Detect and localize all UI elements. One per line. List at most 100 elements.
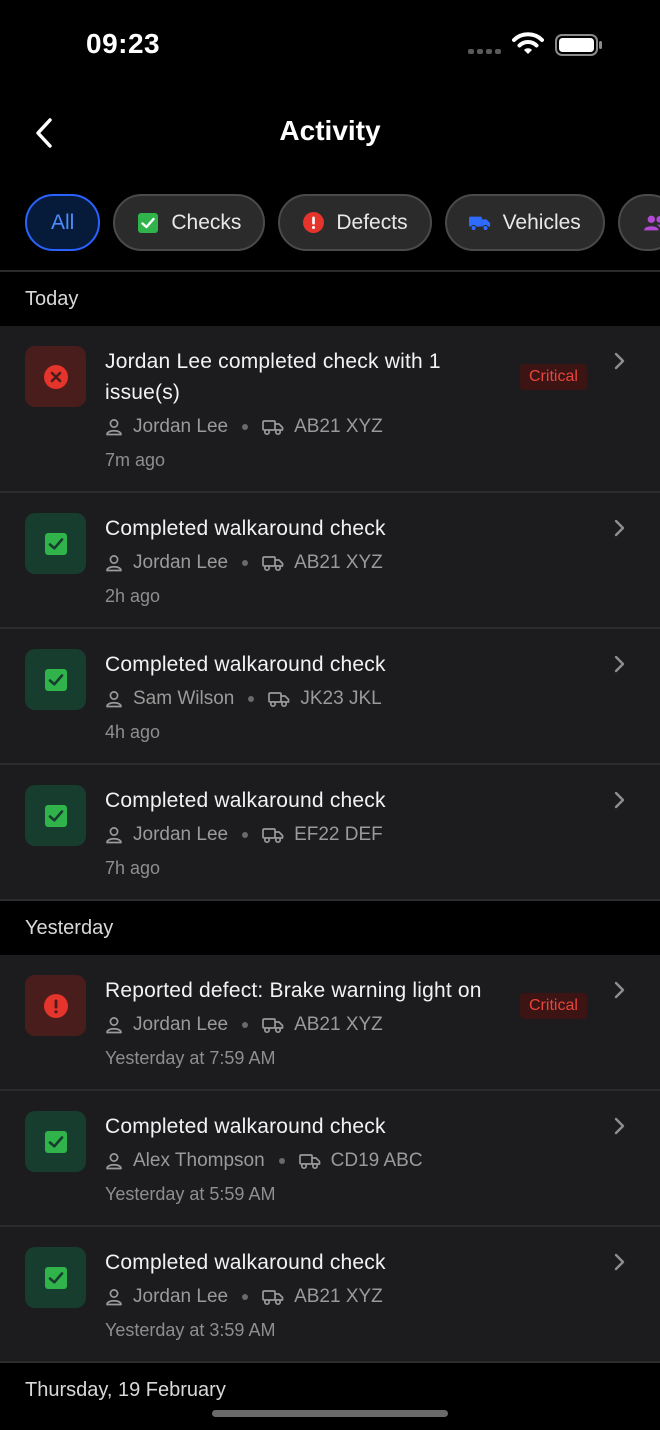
separator-dot bbox=[242, 832, 249, 838]
check-square-icon bbox=[44, 804, 67, 827]
vehicle-registration: AB21 XYZ bbox=[294, 1286, 383, 1307]
person-icon bbox=[105, 1287, 125, 1307]
activity-title: Completed walkaround check bbox=[105, 517, 386, 540]
filter-chip-label: Vehicles bbox=[502, 210, 581, 234]
section-header: Thursday, 19 February bbox=[0, 1363, 660, 1417]
activity-item[interactable]: Completed walkaround check Jordan Lee AB… bbox=[0, 1227, 660, 1363]
chevron-right-icon bbox=[612, 1115, 628, 1137]
activity-status-icon bbox=[25, 1247, 86, 1308]
driver-name: Jordan Lee bbox=[133, 416, 229, 437]
separator-dot bbox=[278, 1158, 285, 1164]
driver-name: Jordan Lee bbox=[133, 1286, 229, 1307]
truck-icon bbox=[298, 1151, 323, 1171]
activity-item[interactable]: Completed walkaround check Jordan Lee EF… bbox=[0, 765, 660, 901]
activity-item[interactable]: Completed walkaround check Alex Thompson… bbox=[0, 1091, 660, 1227]
activity-meta: Jordan Lee AB21 XYZ bbox=[105, 1283, 660, 1311]
activity-time: 2h ago bbox=[105, 586, 161, 606]
filter-chip-label: Defects bbox=[336, 210, 408, 234]
filter-chip-label: All bbox=[51, 210, 75, 234]
vehicle-registration: EF22 DEF bbox=[294, 824, 383, 845]
activity-status-icon bbox=[25, 785, 86, 846]
activity-item[interactable]: Jordan Lee completed check with 1 issue(… bbox=[0, 326, 660, 493]
activity-title: Completed walkaround check bbox=[105, 1115, 386, 1138]
check-square-icon bbox=[44, 532, 67, 555]
vehicle-registration: AB21 XYZ bbox=[294, 552, 383, 573]
filter-chip-defects[interactable]: Defects bbox=[278, 194, 432, 251]
activity-title: Completed walkaround check bbox=[105, 653, 386, 676]
driver-name: Alex Thompson bbox=[133, 1150, 265, 1171]
filter-chip-checks[interactable]: Checks bbox=[113, 194, 266, 251]
section-header: Yesterday bbox=[0, 901, 660, 955]
person-icon bbox=[105, 1015, 125, 1035]
home-indicator bbox=[212, 1410, 448, 1417]
page-title: Activity bbox=[279, 115, 381, 146]
alert-circle-icon bbox=[302, 212, 324, 234]
chevron-right-icon bbox=[612, 789, 628, 811]
activity-screen: 09:23 Activity All Checks Defects Vehicl… bbox=[0, 0, 660, 1430]
activity-status-icon bbox=[25, 346, 86, 407]
activity-time: 7h ago bbox=[105, 858, 161, 878]
separator-dot bbox=[242, 424, 249, 430]
filter-chip-people[interactable] bbox=[617, 194, 660, 251]
activity-meta: Sam Wilson JK23 JKL bbox=[105, 685, 660, 713]
truck-icon bbox=[262, 553, 286, 573]
vehicle-registration: CD19 ABC bbox=[330, 1150, 423, 1171]
activity-item[interactable]: Reported defect: Brake warning light on … bbox=[0, 955, 660, 1091]
truck-icon bbox=[262, 417, 286, 437]
separator-dot bbox=[242, 1022, 249, 1028]
person-icon bbox=[105, 1151, 125, 1171]
activity-meta: Jordan Lee EF22 DEF bbox=[105, 821, 660, 849]
activity-meta: Jordan Lee AB21 XYZ bbox=[105, 549, 660, 577]
activity-time: Yesterday at 5:59 AM bbox=[105, 1184, 276, 1204]
truck-icon bbox=[262, 825, 286, 845]
person-icon bbox=[105, 825, 125, 845]
activity-status-icon bbox=[25, 513, 86, 574]
vehicle-registration: AB21 XYZ bbox=[294, 416, 383, 437]
activity-status-icon bbox=[25, 1111, 86, 1172]
severity-badge: Critical bbox=[520, 993, 587, 1019]
activity-item[interactable]: Completed walkaround check Sam Wilson JK… bbox=[0, 629, 660, 765]
activity-status-icon bbox=[25, 649, 86, 710]
chevron-right-icon bbox=[612, 653, 628, 675]
activity-time: 7m ago bbox=[105, 450, 166, 470]
separator-dot bbox=[242, 560, 249, 566]
activity-time: Yesterday at 7:59 AM bbox=[105, 1048, 276, 1068]
person-icon bbox=[105, 417, 125, 437]
activity-title: Jordan Lee completed check with 1 issue(… bbox=[105, 350, 441, 404]
activity-time: 4h ago bbox=[105, 722, 161, 742]
wifi-icon bbox=[512, 32, 544, 54]
separator-dot bbox=[248, 696, 255, 702]
truck-icon bbox=[262, 1015, 286, 1035]
chevron-right-icon bbox=[612, 979, 628, 1001]
cellular-signal-icon bbox=[468, 49, 502, 55]
filter-chip-all[interactable]: All bbox=[25, 194, 101, 251]
section-header: Today bbox=[0, 272, 660, 326]
activity-title: Completed walkaround check bbox=[105, 789, 386, 812]
activity-meta: Alex Thompson CD19 ABC bbox=[105, 1147, 660, 1175]
vehicle-registration: JK23 JKL bbox=[300, 688, 382, 709]
activity-title: Completed walkaround check bbox=[105, 1251, 386, 1274]
filter-chip-vehicles[interactable]: Vehicles bbox=[444, 194, 605, 251]
activity-title: Reported defect: Brake warning light on bbox=[105, 979, 482, 1002]
check-square-icon bbox=[44, 1266, 67, 1289]
driver-name: Jordan Lee bbox=[133, 824, 229, 845]
people-icon bbox=[643, 212, 660, 234]
status-bar: 09:23 bbox=[0, 0, 660, 90]
chevron-right-icon bbox=[612, 517, 628, 539]
check-square-icon bbox=[44, 1130, 67, 1153]
vehicle-registration: AB21 XYZ bbox=[294, 1014, 383, 1035]
truck-icon bbox=[268, 689, 292, 709]
chevron-right-icon bbox=[612, 350, 628, 372]
filter-chips: All Checks Defects Vehicles bbox=[25, 194, 660, 252]
driver-name: Jordan Lee bbox=[133, 552, 229, 573]
chevron-right-icon bbox=[612, 1251, 628, 1273]
check-square-icon bbox=[137, 212, 159, 234]
nav-bar: Activity bbox=[0, 95, 660, 171]
activity-item[interactable]: Completed walkaround check Jordan Lee AB… bbox=[0, 493, 660, 629]
status-time: 09:23 bbox=[86, 28, 161, 59]
x-circle-icon bbox=[43, 364, 68, 389]
person-icon bbox=[105, 689, 125, 709]
driver-name: Sam Wilson bbox=[133, 688, 235, 709]
activity-meta: Jordan Lee AB21 XYZ bbox=[105, 413, 660, 441]
check-square-icon bbox=[44, 668, 67, 691]
